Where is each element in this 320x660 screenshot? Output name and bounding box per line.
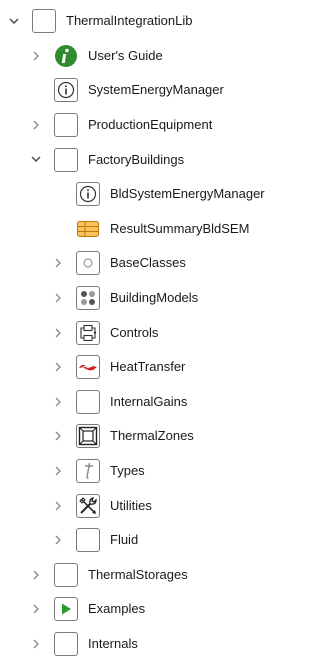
tree-item-label: ThermalZones xyxy=(110,428,194,444)
package-blank-icon xyxy=(54,562,78,587)
tree-item-productionequipment[interactable]: ProductionEquipment xyxy=(0,108,273,143)
tree-item-label: BuildingModels xyxy=(110,290,199,306)
chevron-right-icon[interactable] xyxy=(52,430,64,442)
thermal-zones-icon xyxy=(76,424,100,449)
chevron-right-icon[interactable] xyxy=(52,361,64,373)
chevron-right-icon[interactable] xyxy=(52,534,64,546)
tree-item-label: HeatTransfer xyxy=(110,359,186,375)
tree-item-label: User's Guide xyxy=(88,47,163,63)
heat-transfer-icon xyxy=(76,355,100,380)
tree-item-label: BaseClasses xyxy=(110,255,186,271)
tree-item-label: Utilities xyxy=(110,497,152,513)
tree-item-thermalstorages[interactable]: ThermalStorages xyxy=(0,558,273,593)
tree-item-label: BldSystemEnergyManager xyxy=(110,186,265,202)
package-blank-icon xyxy=(54,147,78,172)
tree-item-label: FactoryBuildings xyxy=(88,151,185,167)
package-blank-icon xyxy=(54,113,78,138)
chevron-right-icon[interactable] xyxy=(30,603,42,615)
chevron-right-icon[interactable] xyxy=(30,50,42,62)
tree-item-utilities[interactable]: Utilities xyxy=(0,488,273,523)
tree-item-label: Fluid xyxy=(110,532,139,548)
tree-item-buildingmodels[interactable]: BuildingModels xyxy=(0,281,273,316)
tree-item-examples[interactable]: Examples xyxy=(0,592,273,627)
package-blank-icon xyxy=(54,631,78,656)
tree-item-controls[interactable]: Controls xyxy=(0,315,273,350)
tree-item-label: InternalGains xyxy=(110,393,188,409)
tree-item-thermalzones[interactable]: ThermalZones xyxy=(0,419,273,454)
chevron-right-icon[interactable] xyxy=(52,465,64,477)
chevron-right-icon[interactable] xyxy=(52,500,64,512)
chevron-right-icon[interactable] xyxy=(52,292,64,304)
package-blank-icon xyxy=(32,9,56,34)
chevron-down-icon[interactable] xyxy=(8,15,20,27)
tree-item-thermalintegrationlib[interactable]: ThermalIntegrationLib xyxy=(0,4,273,39)
tree-item-label: Internals xyxy=(88,635,138,651)
tree-item-label: Examples xyxy=(88,601,146,617)
tree-item-label: ThermalIntegrationLib xyxy=(66,13,193,29)
info-boxed-icon xyxy=(54,78,78,103)
building-models-icon xyxy=(76,286,100,311)
info-boxed-icon xyxy=(76,182,100,207)
package-blank-icon xyxy=(76,528,100,553)
tree-item-resultsummarybldsem[interactable]: ResultSummaryBldSEM xyxy=(0,212,273,247)
controls-icon xyxy=(76,320,100,345)
chevron-right-icon[interactable] xyxy=(30,638,42,650)
tree-item-label: SystemEnergyManager xyxy=(88,82,224,98)
package-browser-tree: ThermalIntegrationLib User's Guide Syste… xyxy=(0,0,273,660)
tree-item-internalgains[interactable]: InternalGains xyxy=(0,385,273,420)
utilities-icon xyxy=(76,493,100,518)
tree-item-label: Controls xyxy=(110,324,159,340)
package-blank-icon xyxy=(76,389,100,414)
tree-item-bldsystemenergymanager[interactable]: BldSystemEnergyManager xyxy=(0,177,273,212)
tree-item-internals[interactable]: Internals xyxy=(0,627,273,660)
chevron-right-icon[interactable] xyxy=(52,257,64,269)
tree-item-users-guide[interactable]: User's Guide xyxy=(0,39,273,74)
chevron-right-icon[interactable] xyxy=(52,327,64,339)
tree-item-baseclasses[interactable]: BaseClasses xyxy=(0,246,273,281)
tree-item-label: ResultSummaryBldSEM xyxy=(110,220,250,236)
types-icon xyxy=(76,459,100,484)
chevron-right-icon[interactable] xyxy=(30,119,42,131)
tree-item-heattransfer[interactable]: HeatTransfer xyxy=(0,350,273,385)
info-circle-green-icon xyxy=(54,43,78,68)
examples-play-icon xyxy=(54,597,78,622)
tree-item-systemenergymanager[interactable]: SystemEnergyManager xyxy=(0,73,273,108)
tree-item-label: ProductionEquipment xyxy=(88,117,213,133)
tree-item-label: Types xyxy=(110,463,145,479)
base-classes-icon xyxy=(76,251,100,276)
chevron-down-icon[interactable] xyxy=(30,154,42,166)
tree-item-factorybuildings[interactable]: FactoryBuildings xyxy=(0,142,273,177)
chevron-right-icon[interactable] xyxy=(30,569,42,581)
chevron-right-icon[interactable] xyxy=(52,396,64,408)
tree-item-fluid[interactable]: Fluid xyxy=(0,523,273,558)
table-orange-icon xyxy=(76,216,100,241)
tree-item-types[interactable]: Types xyxy=(0,454,273,489)
tree-item-label: ThermalStorages xyxy=(88,566,188,582)
